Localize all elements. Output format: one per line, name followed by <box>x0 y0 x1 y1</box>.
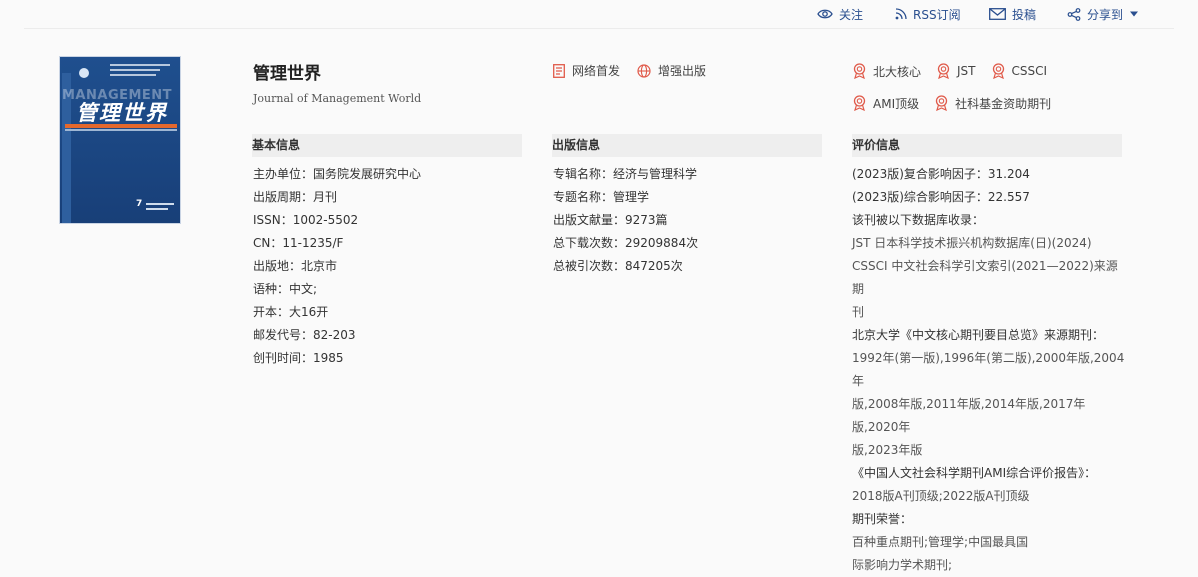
evaluation-info-list: (2023版)复合影响因子：31.204 (2023版)综合影响因子：22.55… <box>852 163 1128 577</box>
basic-info-heading: 基本信息 <box>252 134 522 157</box>
badge-label: 北大核心 <box>873 64 922 79</box>
info-row-citations: 总被引次数：847205次 <box>553 259 683 273</box>
info-row-downloads: 总下载次数：29209884次 <box>553 236 699 250</box>
cover-issue-number: 7 <box>136 199 143 209</box>
info-row-postal-code: 邮发代号：82-203 <box>253 328 356 342</box>
info-row-language: 语种：中文; <box>253 282 318 296</box>
journal-title: 管理世界 <box>253 64 321 84</box>
journal-cover-image: MANAGEMENT 管理世界 7 <box>59 56 181 224</box>
rss-button[interactable]: RSS订阅 <box>895 4 961 24</box>
eval-line: 刊 <box>852 305 865 319</box>
award-ribbon-icon <box>935 95 948 111</box>
award-ribbon-icon <box>853 63 866 79</box>
share-label: 分享到 <box>1087 7 1124 22</box>
enhanced-publish-label: 增强出版 <box>658 64 707 78</box>
badge-social-science-fund: 社科基金资助期刊 <box>934 95 1051 112</box>
info-row-founded: 创刊时间：1985 <box>253 351 344 365</box>
online-first-link[interactable]: 网络首发 <box>553 62 620 79</box>
award-ribbon-icon <box>992 63 1004 79</box>
badge-label: AMI顶级 <box>873 96 920 111</box>
publication-info-list: 专辑名称：经济与管理科学 专题名称：管理学 出版文献量：9273篇 总下载次数：… <box>553 163 698 278</box>
info-row-topic: 专题名称：管理学 <box>553 190 650 204</box>
badge-jst: JST <box>936 63 976 79</box>
rss-icon <box>895 8 907 20</box>
badge-cssci: CSSCI <box>991 63 1048 79</box>
info-row-cn: CN：11-1235/F <box>253 236 344 250</box>
submit-button[interactable]: 投稿 <box>989 4 1036 24</box>
eval-line: JST 日本科学技术振兴机构数据库(日)(2024) <box>852 236 1092 250</box>
eval-line: 北京大学《中文核心期刊要目总览》来源期刊： <box>852 328 1105 342</box>
eval-line: 百种重点期刊;管理学;中国最具国 <box>852 535 1029 549</box>
journal-english-title: Journal of Management World <box>253 92 422 105</box>
basic-info-list: 主办单位：国务院发展研究中心 出版周期：月刊 ISSN：1002-5502 CN… <box>253 163 421 370</box>
info-row-format: 开本：大16开 <box>253 305 329 319</box>
eval-line: CSSCI 中文社会科学引文索引(2021—2022)来源期 <box>852 259 1118 296</box>
follow-button[interactable]: 关注 <box>817 4 863 24</box>
info-row-frequency: 出版周期：月刊 <box>253 190 338 204</box>
eval-line: (2023版)复合影响因子：31.204 <box>852 167 1030 181</box>
submit-label: 投稿 <box>1012 7 1037 22</box>
indexing-badges: 北大核心 JST CSSCI AMI顶级 社科基金资助期刊 <box>852 62 1152 126</box>
info-row-sponsor: 主办单位：国务院发展研究中心 <box>253 167 422 181</box>
toolbar-divider <box>24 28 1174 29</box>
online-first-label: 网络首发 <box>572 64 621 78</box>
award-ribbon-icon <box>937 63 950 79</box>
eval-line: (2023版)综合影响因子：22.557 <box>852 190 1030 204</box>
globe-icon <box>637 63 651 78</box>
info-row-issn: ISSN：1002-5502 <box>253 213 359 227</box>
cover-logo-icon <box>79 68 89 78</box>
rss-label: RSS订阅 <box>913 7 961 22</box>
eval-line: 际影响力学术期刊; <box>852 558 953 572</box>
info-row-series: 专辑名称：经济与管理科学 <box>553 167 698 181</box>
badge-ami-top: AMI顶级 <box>852 95 919 112</box>
badge-label: CSSCI <box>1011 64 1048 78</box>
top-toolbar: 关注 RSS订阅 投稿 分享到 <box>0 0 1198 28</box>
info-row-article-count: 出版文献量：9273篇 <box>553 213 668 227</box>
share-icon <box>1067 7 1081 21</box>
publish-mode-links: 网络首发 增强出版 <box>553 62 723 79</box>
caret-down-icon <box>1130 11 1139 17</box>
eye-icon <box>817 9 833 19</box>
eval-line: 版,2023年版 <box>852 443 923 457</box>
publication-info-heading: 出版信息 <box>552 134 822 157</box>
follow-label: 关注 <box>839 7 864 22</box>
eval-line: 版,2008年版,2011年版,2014年版,2017年版,2020年 <box>852 397 1086 434</box>
envelope-icon <box>989 8 1006 20</box>
award-ribbon-icon <box>853 95 866 111</box>
eval-line: 1992年(第一版),1996年(第二版),2000年版,2004年 <box>852 351 1125 388</box>
evaluation-info-heading: 评价信息 <box>852 134 1122 157</box>
badge-label: 社科基金资助期刊 <box>955 96 1052 111</box>
eval-line: 该刊被以下数据库收录： <box>852 213 985 227</box>
info-row-place: 出版地：北京市 <box>253 259 338 273</box>
eval-line: 期刊荣誉： <box>852 512 913 526</box>
badge-pku-core: 北大核心 <box>852 63 921 80</box>
document-icon <box>553 63 565 78</box>
badge-label: JST <box>957 64 976 78</box>
cover-title: 管理世界 <box>76 100 168 125</box>
eval-line: 《中国人文社会科学期刊AMI综合评价报告》： <box>852 466 1097 480</box>
enhanced-publish-link[interactable]: 增强出版 <box>637 62 706 79</box>
share-button[interactable]: 分享到 <box>1067 4 1139 24</box>
eval-line: 2018版A刊顶级;2022版A刊顶级 <box>852 489 1030 503</box>
